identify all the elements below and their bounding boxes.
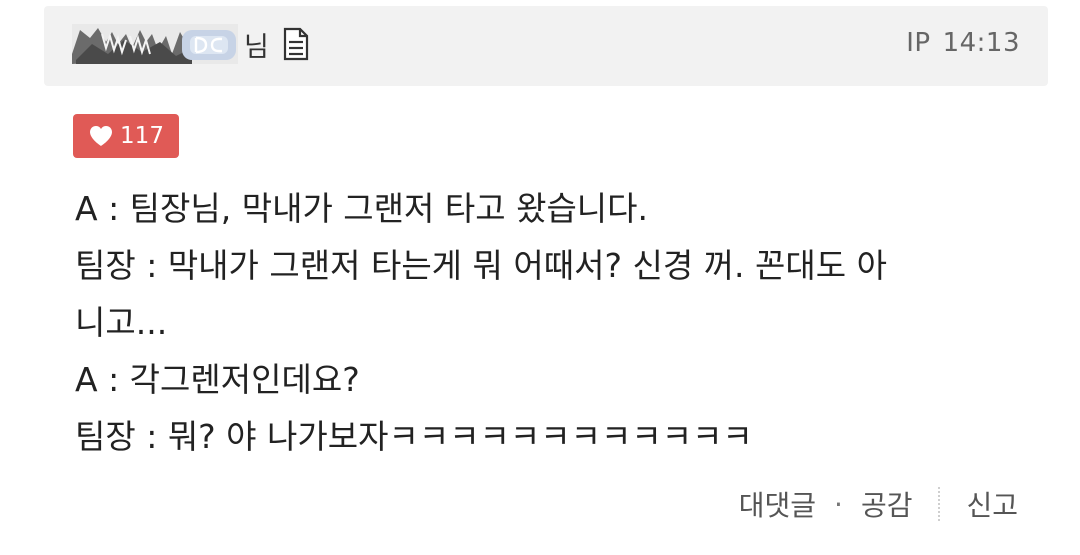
heart-icon [88, 124, 114, 148]
report-button[interactable]: 신고 [966, 484, 1018, 524]
comment-card: 님 IP 14:13 117 A : 팀장님, 막내가 그랜저 타고 왔습니다.… [0, 0, 1080, 555]
empathy-button[interactable]: 공감 [861, 484, 913, 524]
comment-header: 님 IP 14:13 [44, 6, 1048, 86]
document-icon[interactable] [283, 27, 309, 61]
author[interactable]: 님 [72, 22, 309, 66]
author-honorific: 님 [244, 31, 269, 63]
comment-time: 14:13 [942, 28, 1020, 58]
comment-line: A : 각그렌저인데요? [75, 360, 360, 399]
comment-actions: 대댓글 · 공감 신고 [739, 484, 1018, 524]
comment-line: 니고... [75, 303, 168, 342]
separator-dot: · [834, 487, 843, 521]
comment-body: A : 팀장님, 막내가 그랜저 타고 왔습니다. 팀장 : 막내가 그랜저 타… [75, 180, 1035, 465]
like-count: 117 [120, 123, 164, 149]
comment-line: A : 팀장님, 막내가 그랜저 타고 왔습니다. [75, 189, 649, 228]
like-badge[interactable]: 117 [73, 114, 179, 158]
ip-label: IP [906, 28, 931, 58]
comment-line: 팀장 : 뭐? 야 나가보자ㅋㅋㅋㅋㅋㅋㅋㅋㅋㅋㅋㅋ [75, 417, 753, 456]
divider [938, 487, 941, 521]
comment-meta: IP 14:13 [906, 28, 1020, 58]
avatar[interactable] [72, 24, 238, 64]
comment-line: 팀장 : 막내가 그랜저 타는게 뭐 어때서? 신경 꺼. 꼰대도 아 [75, 246, 887, 285]
reply-button[interactable]: 대댓글 [739, 484, 816, 524]
